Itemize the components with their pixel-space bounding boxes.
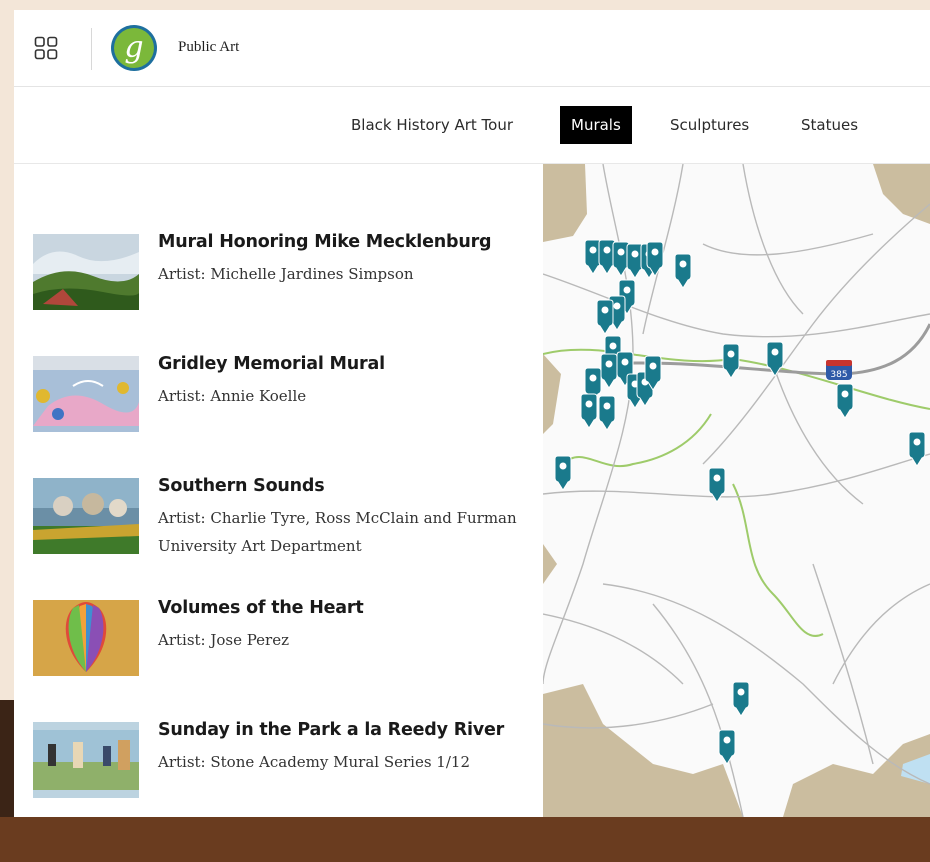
artwork-thumbnail[interactable]: [33, 234, 139, 310]
artwork-artist: Artist: Jose Perez: [158, 631, 290, 649]
list-item[interactable]: Gridley Memorial Mural Artist: Annie Koe…: [33, 354, 533, 444]
app-window: g Public Art Black History Art Tour Mura…: [14, 10, 930, 817]
artwork-thumbnail[interactable]: [33, 600, 139, 676]
list-item[interactable]: Sunday in the Park a la Reedy River Arti…: [33, 720, 533, 810]
artwork-title[interactable]: Volumes of the Heart: [158, 598, 364, 618]
artwork-artist: Artist: Michelle Jardines Simpson: [158, 265, 414, 283]
highway-shield: 385: [826, 360, 852, 380]
artwork-artist: Artist: Charlie Tyre, Ross McClain and F…: [158, 509, 517, 555]
tab-sculptures[interactable]: Sculptures: [659, 106, 760, 144]
artwork-title[interactable]: Gridley Memorial Mural: [158, 354, 385, 374]
map[interactable]: 385: [543, 164, 930, 817]
svg-text:385: 385: [830, 370, 847, 380]
artwork-artist: Artist: Annie Koelle: [158, 387, 307, 405]
artwork-title[interactable]: Southern Sounds: [158, 476, 325, 496]
svg-text:g: g: [124, 30, 143, 65]
divider: [91, 28, 92, 70]
app-title: Public Art: [178, 39, 240, 55]
artwork-artist: Artist: Stone Academy Mural Series 1/12: [158, 753, 470, 771]
artwork-thumbnail[interactable]: [33, 722, 139, 798]
list-item[interactable]: Southern Sounds Artist: Charlie Tyre, Ro…: [33, 476, 533, 566]
grid-icon[interactable]: [34, 36, 58, 60]
list-item[interactable]: Volumes of the Heart Artist: Jose Perez: [33, 598, 533, 688]
category-nav: Black History Art Tour Murals Sculptures…: [14, 87, 930, 164]
artwork-thumbnail[interactable]: [33, 478, 139, 554]
top-bar: g Public Art: [14, 10, 930, 87]
artwork-title[interactable]: Mural Honoring Mike Mecklenburg: [158, 232, 492, 252]
city-logo-icon[interactable]: g: [110, 24, 158, 72]
artwork-list: Mural Honoring Mike Mecklenburg Artist: …: [14, 164, 543, 817]
tab-black-history-art-tour[interactable]: Black History Art Tour: [340, 106, 524, 144]
tab-murals[interactable]: Murals: [560, 106, 632, 144]
artwork-title[interactable]: Sunday in the Park a la Reedy River: [158, 720, 504, 740]
artwork-thumbnail[interactable]: [33, 356, 139, 432]
footer-band: [0, 817, 930, 862]
tab-statues[interactable]: Statues: [790, 106, 869, 144]
list-item[interactable]: Mural Honoring Mike Mecklenburg Artist: …: [33, 232, 533, 322]
